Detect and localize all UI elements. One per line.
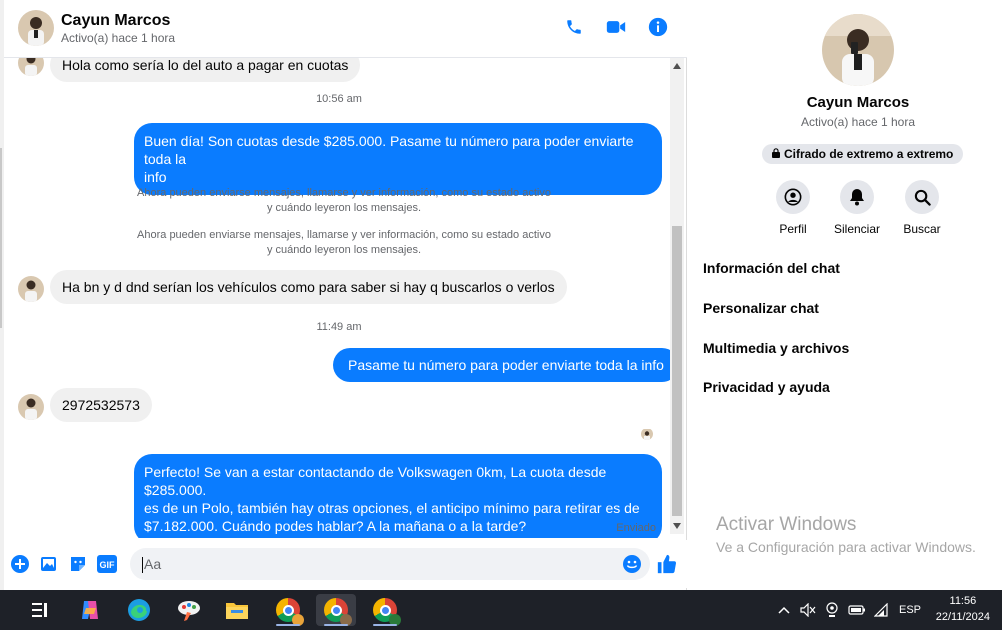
- wifi-icon[interactable]: [872, 590, 892, 630]
- scrollbar[interactable]: [670, 58, 684, 534]
- phone-icon[interactable]: [563, 16, 585, 38]
- clock-date: 22/11/2024: [935, 611, 990, 623]
- profile-label: Perfil: [779, 222, 807, 236]
- sticker-icon[interactable]: [67, 553, 89, 575]
- system-notice: Ahora pueden enviarse mensajes, llamarse…: [124, 228, 564, 258]
- info-icon[interactable]: [647, 16, 669, 38]
- file-explorer-icon[interactable]: [217, 594, 257, 626]
- message-timestamp: 11:49 am: [316, 321, 362, 333]
- message-text-line: Buen día! Son cuotas desde $285.000. Pas…: [144, 133, 634, 167]
- message-input-placeholder: Aa: [144, 556, 162, 572]
- avatar[interactable]: [18, 394, 44, 420]
- scrollbar-thumb[interactable]: [672, 226, 682, 516]
- search-icon: [905, 180, 939, 214]
- menu-item-media-files[interactable]: Multimedia y archivos: [703, 340, 849, 356]
- webcam-icon[interactable]: [822, 590, 842, 630]
- message-outgoing[interactable]: Perfecto! Se van a estar contactando de …: [134, 454, 662, 538]
- activation-watermark-subtitle: Ve a Configuración para activar Windows.: [716, 539, 976, 555]
- message-text-line: es de un Polo, también hay otras opcione…: [144, 500, 640, 516]
- show-hidden-icons-chevron-icon[interactable]: [774, 590, 794, 630]
- like-icon[interactable]: [656, 553, 678, 575]
- message-incoming[interactable]: Hola como sería lo del auto a pagar en c…: [50, 58, 361, 82]
- chrome-profile-icon[interactable]: [316, 594, 356, 626]
- message-outgoing[interactable]: Pasame tu número para poder enviarte tod…: [333, 348, 674, 382]
- task-view-icon[interactable]: [20, 594, 60, 626]
- clock-time: 11:56: [949, 595, 977, 607]
- mute-label: Silenciar: [833, 222, 881, 236]
- mute-button[interactable]: Silenciar: [822, 180, 892, 236]
- emoji-icon[interactable]: [621, 553, 643, 575]
- profile-button[interactable]: Perfil: [758, 180, 828, 236]
- read-receipt-avatar: [641, 428, 653, 440]
- chrome-profile-t-icon[interactable]: [365, 594, 405, 626]
- message-text-line: Perfecto! Se van a estar contactando de …: [144, 464, 607, 498]
- copilot-icon[interactable]: [70, 594, 110, 626]
- message-text-line: info: [144, 169, 167, 185]
- message-list[interactable]: Hola como sería lo del auto a pagar en c…: [4, 58, 674, 538]
- activation-watermark-title: Activar Windows: [716, 514, 857, 535]
- lock-icon: [772, 144, 780, 164]
- message-text-line: $7.182.000. Cuándo podes hablar? A la ma…: [144, 518, 527, 534]
- message-incoming[interactable]: Ha bn y d dnd serían los vehículos como …: [50, 270, 567, 304]
- gif-label: GIF: [100, 560, 116, 570]
- avatar[interactable]: [18, 276, 44, 302]
- chat-pane: Cayun Marcos Activo(a) hace 1 hora Hola …: [4, 0, 687, 590]
- contact-status: Activo(a) hace 1 hora: [61, 31, 176, 45]
- chrome-icon[interactable]: [268, 594, 308, 626]
- encryption-badge[interactable]: Cifrado de extremo a extremo: [762, 144, 964, 164]
- profile-name: Cayun Marcos: [806, 94, 910, 111]
- profile-icon: [776, 180, 810, 214]
- screen: Cayun Marcos Activo(a) hace 1 hora Hola …: [0, 0, 1002, 630]
- gif-icon[interactable]: GIF: [96, 553, 118, 575]
- search-button[interactable]: Buscar: [887, 180, 957, 236]
- message-input[interactable]: Aa: [130, 548, 650, 580]
- taskbar: ESP 11:56 22/11/2024: [0, 590, 1002, 630]
- encryption-label: Cifrado de extremo a extremo: [784, 147, 954, 161]
- edge-icon[interactable]: [119, 594, 159, 626]
- scroll-down-arrow-icon[interactable]: [670, 520, 684, 532]
- bell-icon: [840, 180, 874, 214]
- avatar[interactable]: [18, 10, 54, 46]
- menu-item-privacy-help[interactable]: Privacidad y ayuda: [703, 379, 830, 395]
- battery-icon[interactable]: [846, 590, 868, 630]
- clock[interactable]: 11:56 22/11/2024: [936, 593, 990, 625]
- message-outgoing[interactable]: Buen día! Son cuotas desde $285.000. Pas…: [134, 123, 662, 195]
- system-notice-line: Ahora pueden enviarse mensajes, llamarse…: [137, 229, 551, 241]
- profile-photo[interactable]: [822, 14, 894, 86]
- message-composer: GIF Aa: [4, 540, 687, 588]
- video-icon[interactable]: [605, 16, 627, 38]
- header-actions: [563, 16, 669, 38]
- system-notice-line: y cuándo leyeron los mensajes.: [266, 244, 422, 256]
- image-icon[interactable]: [38, 553, 60, 575]
- volume-muted-icon[interactable]: [798, 590, 818, 630]
- system-notice-line: Ahora pueden enviarse mensajes, llamarse…: [137, 187, 551, 199]
- system-notice-line: y cuándo leyeron los mensajes.: [266, 202, 422, 214]
- delivery-status: Enviado: [616, 522, 656, 534]
- paint-icon[interactable]: [169, 594, 209, 626]
- message-timestamp: 10:56 am: [316, 93, 362, 105]
- plus-icon[interactable]: [9, 553, 31, 575]
- scroll-up-arrow-icon[interactable]: [670, 60, 684, 72]
- avatar[interactable]: [18, 58, 44, 76]
- input-language[interactable]: ESP: [896, 590, 924, 630]
- conversation-info-panel: Cayun Marcos Activo(a) hace 1 hora Cifra…: [688, 0, 1002, 590]
- message-incoming[interactable]: 2972532573: [50, 388, 152, 422]
- profile-status: Activo(a) hace 1 hora: [800, 115, 916, 129]
- menu-item-chat-info[interactable]: Información del chat: [703, 260, 840, 276]
- chat-header: Cayun Marcos Activo(a) hace 1 hora: [4, 0, 687, 58]
- contact-name[interactable]: Cayun Marcos: [61, 12, 170, 30]
- system-notice: Ahora pueden enviarse mensajes, llamarse…: [124, 186, 564, 216]
- search-label: Buscar: [903, 222, 941, 236]
- menu-item-customize-chat[interactable]: Personalizar chat: [703, 300, 819, 316]
